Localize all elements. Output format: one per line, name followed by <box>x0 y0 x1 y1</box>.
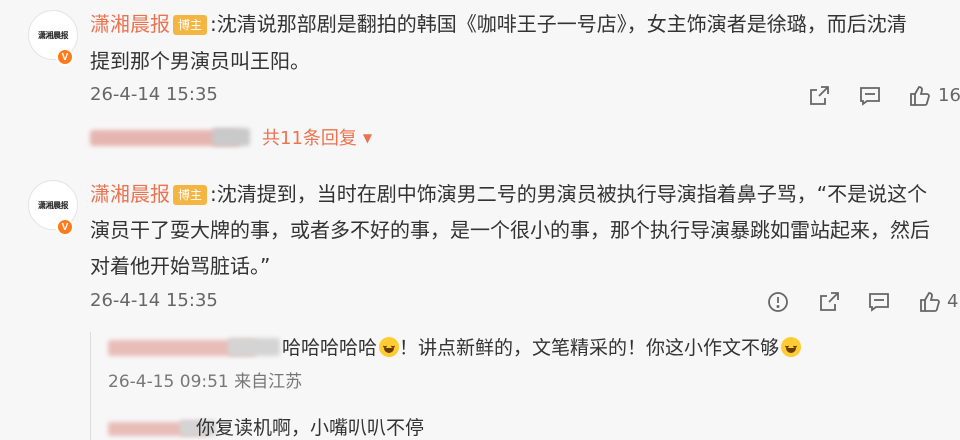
reply-text-part-1: 哈哈哈哈哈 <box>282 337 378 359</box>
like-count: 16 <box>938 85 960 106</box>
report-icon[interactable] <box>766 290 790 314</box>
like-icon[interactable] <box>918 290 942 314</box>
comment-text-line-1: 沈清说那部剧是翻拍的韩国《咖啡王子一号店》，女主饰演者是徐璐，而后沈清 <box>216 12 907 36</box>
blurred-username <box>212 128 250 146</box>
comment-text-line-3: 对着他开始骂脏话。” <box>90 254 271 278</box>
replies-count-label: 共11条回复 <box>262 128 357 149</box>
reply-thread-line <box>90 332 91 440</box>
comment-author[interactable]: 潇湘晨报 <box>90 12 170 36</box>
blurred-username <box>228 338 280 356</box>
reply-text-part-2: ！讲点新鲜的，文笔精采的！你这小作文不够 <box>399 337 780 359</box>
sweat-emoji-icon <box>781 337 802 357</box>
author-badge: 博主 <box>173 15 208 35</box>
caret-down-icon: ▼ <box>362 131 373 145</box>
reply-meta: 26-4-15 09:51 来自江苏 <box>108 372 303 392</box>
comment-colon: : <box>210 182 217 206</box>
avatar-logo-text: 潇湘晨报 <box>38 199 69 210</box>
share-icon[interactable] <box>817 290 841 314</box>
comment-timestamp: 26-4-14 15:35 <box>90 290 218 311</box>
comment-colon: : <box>210 12 217 36</box>
view-replies-link[interactable]: 共11条回复 ▼ <box>262 130 372 148</box>
comment-icon[interactable] <box>867 290 891 314</box>
comment-icon[interactable] <box>858 84 882 108</box>
comment-first-line: 潇湘晨报 博主:沈清说那部剧是翻拍的韩国《咖啡王子一号店》，女主饰演者是徐璐，而后… <box>90 14 907 35</box>
verified-v-icon: V <box>56 48 74 66</box>
like-count: 4 <box>947 291 959 312</box>
comment-text-line-1: 沈清提到，当时在剧中饰演男二号的男演员被执行导演指着鼻子骂，“不是说这个 <box>216 182 928 206</box>
comment-first-line: 潇湘晨报 博主:沈清提到，当时在剧中饰演男二号的男演员被执行导演指着鼻子骂，“不是… <box>90 184 927 205</box>
avatar-logo-text: 潇湘晨报 <box>38 29 69 40</box>
comment-text-line-2: 演员干了耍大牌的事，或者多不好的事，是一个很小的事，那个执行导演暴跳如雷站起来，… <box>90 218 930 242</box>
like-icon[interactable] <box>908 84 932 108</box>
verified-v-icon: V <box>56 218 74 236</box>
reply-text: 你复读机啊，小嘴叭叭不停 <box>196 417 425 439</box>
author-badge: 博主 <box>173 185 208 205</box>
reply-text: 哈哈哈哈哈 ！讲点新鲜的，文笔精采的！你这小作文不够 <box>282 337 802 359</box>
comment-text-line-2: 提到那个男演员叫王阳。 <box>90 49 310 73</box>
share-icon[interactable] <box>807 84 831 108</box>
comment-author[interactable]: 潇湘晨报 <box>90 182 170 206</box>
comment-timestamp: 26-4-14 15:35 <box>90 84 218 105</box>
laughing-emoji-icon <box>379 337 400 357</box>
